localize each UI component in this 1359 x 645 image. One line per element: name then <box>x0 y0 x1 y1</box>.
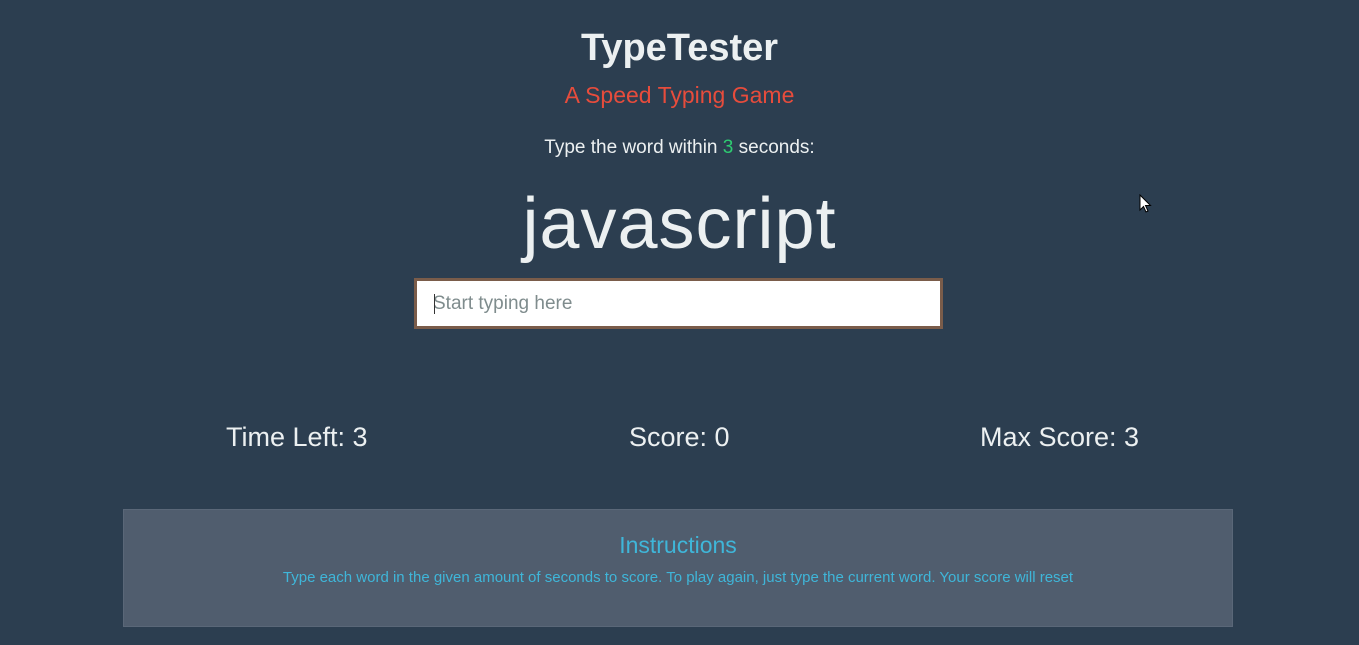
instructions-text: Type each word in the given amount of se… <box>282 569 1074 586</box>
page: TypeTester A Speed Typing Game Type the … <box>0 0 1359 645</box>
mouse-pointer-icon <box>1139 194 1152 213</box>
word-input[interactable] <box>417 281 940 326</box>
word-input-container <box>414 278 943 329</box>
instructions-panel: Instructions Type each word in the given… <box>123 509 1233 627</box>
prompt-prefix: Type the word within <box>544 137 723 158</box>
text-caret <box>434 294 435 314</box>
time-left: Time Left: 3 <box>226 422 368 452</box>
instructions-title: Instructions <box>619 532 737 558</box>
score: Score: 0 <box>629 422 730 452</box>
seconds-value: 3 <box>722 137 734 158</box>
seconds-prompt: Type the word within 3 seconds: <box>0 136 1359 160</box>
page-title: TypeTester <box>580 27 779 69</box>
page-subtitle: A Speed Typing Game <box>564 82 795 108</box>
max-score: Max Score: 3 <box>980 422 1140 452</box>
prompt-suffix: seconds: <box>733 137 815 158</box>
current-word: javascript <box>522 184 837 264</box>
